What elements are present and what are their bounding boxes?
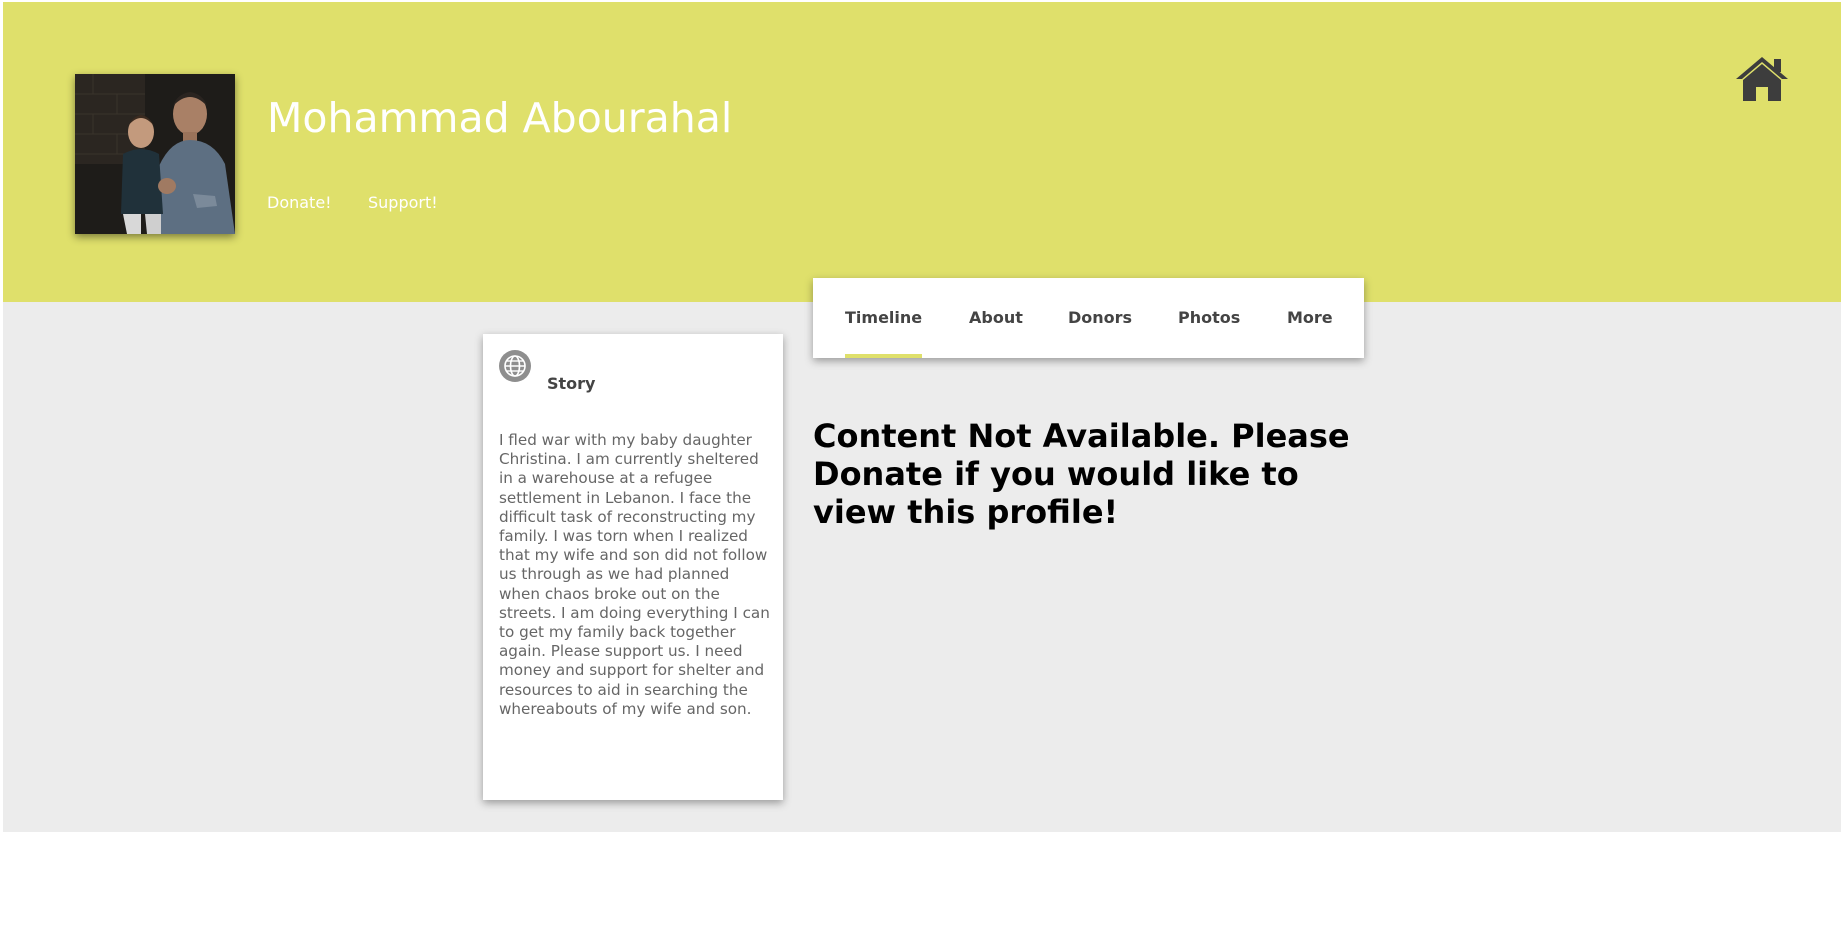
avatar-photo bbox=[75, 74, 235, 234]
story-card: Story I fled war with my baby daughter C… bbox=[483, 334, 783, 800]
tab-donors[interactable]: Donors bbox=[1068, 278, 1132, 358]
home-icon[interactable] bbox=[1733, 54, 1791, 104]
profile-avatar bbox=[75, 74, 235, 234]
tab-about[interactable]: About bbox=[969, 278, 1023, 358]
tab-timeline[interactable]: Timeline bbox=[845, 278, 923, 358]
page-background: Mohammad Abourahal Donate! Support! Time… bbox=[3, 2, 1841, 832]
support-link[interactable]: Support! bbox=[368, 193, 438, 212]
tab-more[interactable]: More bbox=[1287, 278, 1333, 358]
donate-link[interactable]: Donate! bbox=[267, 193, 332, 212]
profile-header: Mohammad Abourahal Donate! Support! bbox=[3, 2, 1841, 302]
profile-tabs: Timeline About Donors Photos More bbox=[813, 278, 1364, 358]
tab-photos[interactable]: Photos bbox=[1178, 278, 1240, 358]
globe-icon bbox=[499, 350, 531, 382]
story-text: I fled war with my baby daughter Christi… bbox=[499, 431, 770, 718]
story-title: Story bbox=[547, 374, 596, 393]
profile-name: Mohammad Abourahal bbox=[267, 94, 733, 142]
content-unavailable-message: Content Not Available. Please Donate if … bbox=[813, 417, 1350, 531]
